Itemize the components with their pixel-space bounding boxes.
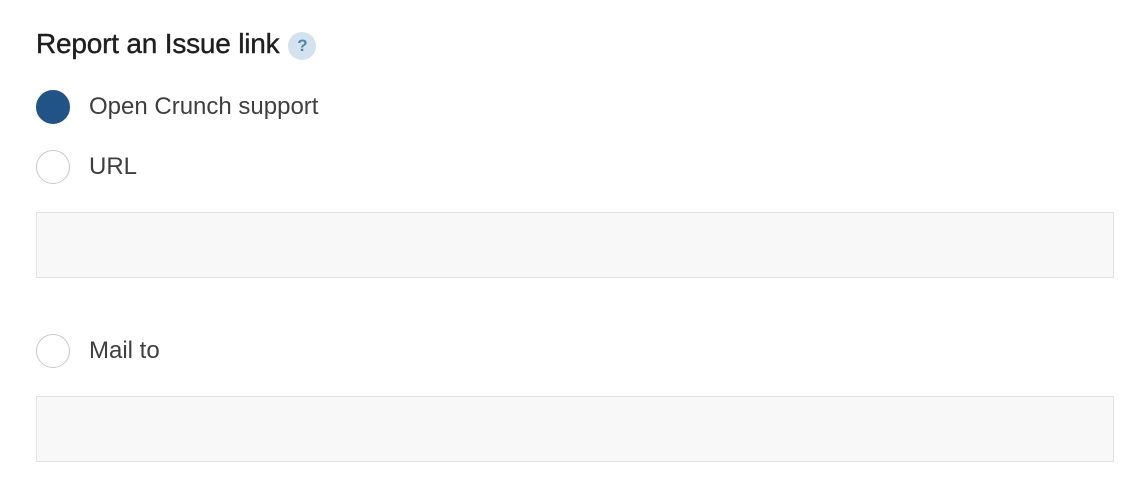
- section-header: Report an Issue link ?: [36, 24, 317, 64]
- report-issue-section: Report an Issue link ? Open Crunch suppo…: [0, 0, 1146, 484]
- help-icon[interactable]: ?: [288, 32, 317, 60]
- mailto-input[interactable]: [36, 396, 1114, 462]
- radio-option-url[interactable]: URL: [36, 149, 137, 185]
- radio-button-checked[interactable]: [36, 90, 70, 124]
- radio-button[interactable]: [36, 150, 70, 184]
- radio-option-open-crunch-support[interactable]: Open Crunch support: [36, 89, 318, 125]
- radio-label: Mail to: [89, 337, 160, 364]
- section-title: Report an Issue link: [36, 28, 280, 59]
- url-input[interactable]: [36, 212, 1114, 278]
- radio-option-mail-to[interactable]: Mail to: [36, 333, 160, 369]
- radio-button[interactable]: [36, 334, 70, 368]
- radio-label: URL: [89, 153, 138, 180]
- radio-label: Open Crunch support: [89, 93, 319, 120]
